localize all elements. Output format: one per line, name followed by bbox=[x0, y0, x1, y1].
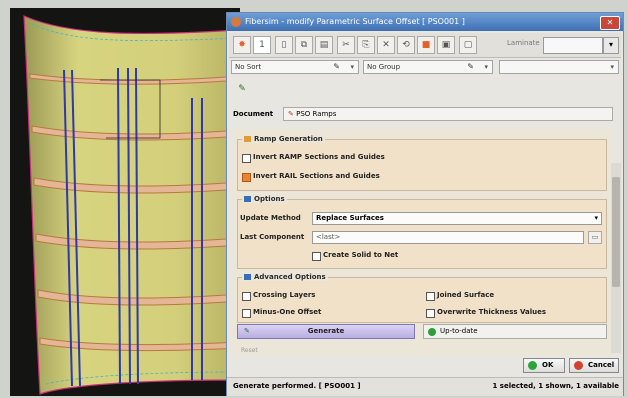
invert-ramp-checkbox[interactable] bbox=[242, 154, 251, 163]
collapse-icon bbox=[244, 274, 251, 280]
advanced-options-header[interactable]: Advanced Options bbox=[242, 273, 328, 281]
laminate-field[interactable] bbox=[543, 37, 603, 54]
last-component-field[interactable]: <last> bbox=[312, 231, 584, 244]
ramp-generation-header[interactable]: Ramp Generation bbox=[242, 135, 325, 143]
filter-chevron-down-icon[interactable]: ▾ bbox=[610, 61, 614, 73]
selection-summary: 1 selected, 1 shown, 1 available bbox=[492, 382, 619, 390]
step-counter[interactable]: 1 bbox=[253, 36, 271, 54]
scrollbar-thumb[interactable] bbox=[612, 177, 620, 287]
cancel-x-icon bbox=[574, 361, 583, 370]
surface-model bbox=[23, 15, 240, 395]
joined-surface-label: Joined Surface bbox=[437, 291, 495, 299]
sort-value: No Sort bbox=[235, 63, 262, 71]
ok-button[interactable]: OK bbox=[523, 358, 565, 373]
delete-icon[interactable]: ✕ bbox=[377, 36, 395, 54]
overwrite-thickness-checkbox[interactable] bbox=[426, 309, 435, 318]
panel-scrollbar[interactable] bbox=[611, 163, 621, 353]
ok-check-icon bbox=[528, 361, 537, 370]
status-text: Up-to-date bbox=[440, 327, 478, 335]
fibersim-app-icon bbox=[231, 17, 241, 27]
create-solid-label: Create Solid to Net bbox=[323, 251, 399, 259]
status-message: Generate performed. [ PSO001 ] bbox=[233, 382, 361, 390]
update-method-select[interactable]: Replace Surfaces ▾ bbox=[312, 212, 602, 225]
generate-label: Generate bbox=[307, 327, 345, 335]
status-bar: Generate performed. [ PSO001 ] 1 selecte… bbox=[227, 377, 623, 396]
sort-combo[interactable]: No Sort ✎ ▾ bbox=[231, 60, 359, 74]
generation-status: Up-to-date bbox=[423, 324, 607, 339]
link-icon[interactable]: ⟲ bbox=[397, 36, 415, 54]
group-combo[interactable]: No Group ✎ ▾ bbox=[363, 60, 493, 74]
filter-combo[interactable]: ▾ bbox=[499, 60, 619, 74]
3d-viewport[interactable] bbox=[10, 8, 240, 396]
minus-one-offset-checkbox[interactable] bbox=[242, 309, 251, 318]
ramp-generation-section: Ramp Generation Invert RAMP Sections and… bbox=[237, 135, 607, 191]
document-row: Document ✎ PSO Ramps bbox=[233, 107, 621, 123]
cancel-label: Cancel bbox=[588, 361, 615, 369]
view-icon[interactable]: ▢ bbox=[459, 36, 477, 54]
overwrite-thickness-label: Overwrite Thickness Values bbox=[437, 308, 547, 316]
explode-icon[interactable]: ✸ bbox=[233, 36, 251, 54]
generate-button[interactable]: ✎ Generate bbox=[237, 324, 415, 339]
pin-icon[interactable]: ✎ bbox=[233, 81, 251, 99]
group-chevron-down-icon[interactable]: ▾ bbox=[484, 61, 488, 73]
update-method-value: Replace Surfaces bbox=[316, 214, 384, 222]
copy-icon[interactable]: ⧉ bbox=[295, 36, 313, 54]
minus-one-offset-label: Minus-One Offset bbox=[253, 308, 322, 316]
update-method-chevron-down-icon: ▾ bbox=[594, 214, 598, 222]
sort-chevron-down-icon[interactable]: ▾ bbox=[350, 61, 354, 73]
paste-icon[interactable]: ▤ bbox=[315, 36, 333, 54]
cube-icon[interactable]: ■ bbox=[417, 36, 435, 54]
status-ok-icon bbox=[428, 328, 436, 336]
create-solid-checkbox[interactable] bbox=[312, 252, 321, 261]
cancel-button[interactable]: Cancel bbox=[569, 358, 619, 373]
advanced-options-section: Advanced Options Crossing Layers Joined … bbox=[237, 273, 607, 323]
group-value: No Group bbox=[367, 63, 401, 71]
dialog-actions: OK Cancel bbox=[227, 357, 623, 375]
window-title: Fibersim - modify Parametric Surface Off… bbox=[245, 17, 465, 26]
new-document-icon[interactable]: ▯ bbox=[275, 36, 293, 54]
invert-rail-label: Invert RAIL Sections and Guides bbox=[253, 172, 380, 180]
document-value: PSO Ramps bbox=[296, 110, 337, 118]
collapse-icon bbox=[244, 136, 251, 142]
joined-surface-checkbox[interactable] bbox=[426, 292, 435, 301]
close-button[interactable]: ✕ bbox=[600, 16, 620, 30]
options-header[interactable]: Options bbox=[242, 195, 287, 203]
offset-surface bbox=[23, 15, 240, 395]
last-component-value: <last> bbox=[316, 233, 341, 241]
title-bar[interactable]: Fibersim - modify Parametric Surface Off… bbox=[227, 13, 623, 31]
generate-icon: ✎ bbox=[244, 327, 250, 335]
crossing-layers-label: Crossing Layers bbox=[253, 291, 316, 299]
last-component-browse-icon[interactable]: ▭ bbox=[588, 231, 602, 244]
crossing-layers-checkbox[interactable] bbox=[242, 292, 251, 301]
sort-edit-icon[interactable]: ✎ bbox=[333, 61, 340, 73]
options-section: Options Update Method Replace Surfaces ▾… bbox=[237, 195, 607, 269]
group-edit-icon[interactable]: ✎ bbox=[467, 61, 474, 73]
parameters-panel: Ramp Generation Invert RAMP Sections and… bbox=[231, 129, 611, 355]
duplicate-icon[interactable]: ⎘ bbox=[357, 36, 375, 54]
laminate-label: Laminate bbox=[507, 39, 540, 47]
cut-icon[interactable]: ✂ bbox=[337, 36, 355, 54]
collapse-icon bbox=[244, 196, 251, 202]
document-field[interactable]: ✎ PSO Ramps bbox=[283, 107, 613, 121]
toolbar: ✸ 1 ▯ ⧉ ▤ ✂ ⎘ ✕ ⟲ ■ ▣ ▢ Laminate ▾ bbox=[229, 33, 621, 58]
invert-rail-checkbox[interactable] bbox=[242, 173, 251, 182]
last-component-label: Last Component bbox=[240, 233, 305, 241]
document-edit-icon: ✎ bbox=[288, 110, 297, 118]
document-label: Document bbox=[233, 110, 274, 118]
reset-section-header[interactable]: Reset bbox=[241, 347, 258, 354]
generate-row: ✎ Generate Up-to-date bbox=[237, 324, 607, 340]
modify-dialog: Fibersim - modify Parametric Surface Off… bbox=[226, 12, 624, 396]
invert-ramp-label: Invert RAMP Sections and Guides bbox=[253, 153, 385, 161]
ok-label: OK bbox=[542, 361, 554, 369]
screenshot-frame: Fibersim - modify Parametric Surface Off… bbox=[0, 0, 628, 398]
update-method-label: Update Method bbox=[240, 214, 301, 222]
layers-icon[interactable]: ▣ bbox=[437, 36, 455, 54]
laminate-browse-button[interactable]: ▾ bbox=[603, 37, 619, 54]
